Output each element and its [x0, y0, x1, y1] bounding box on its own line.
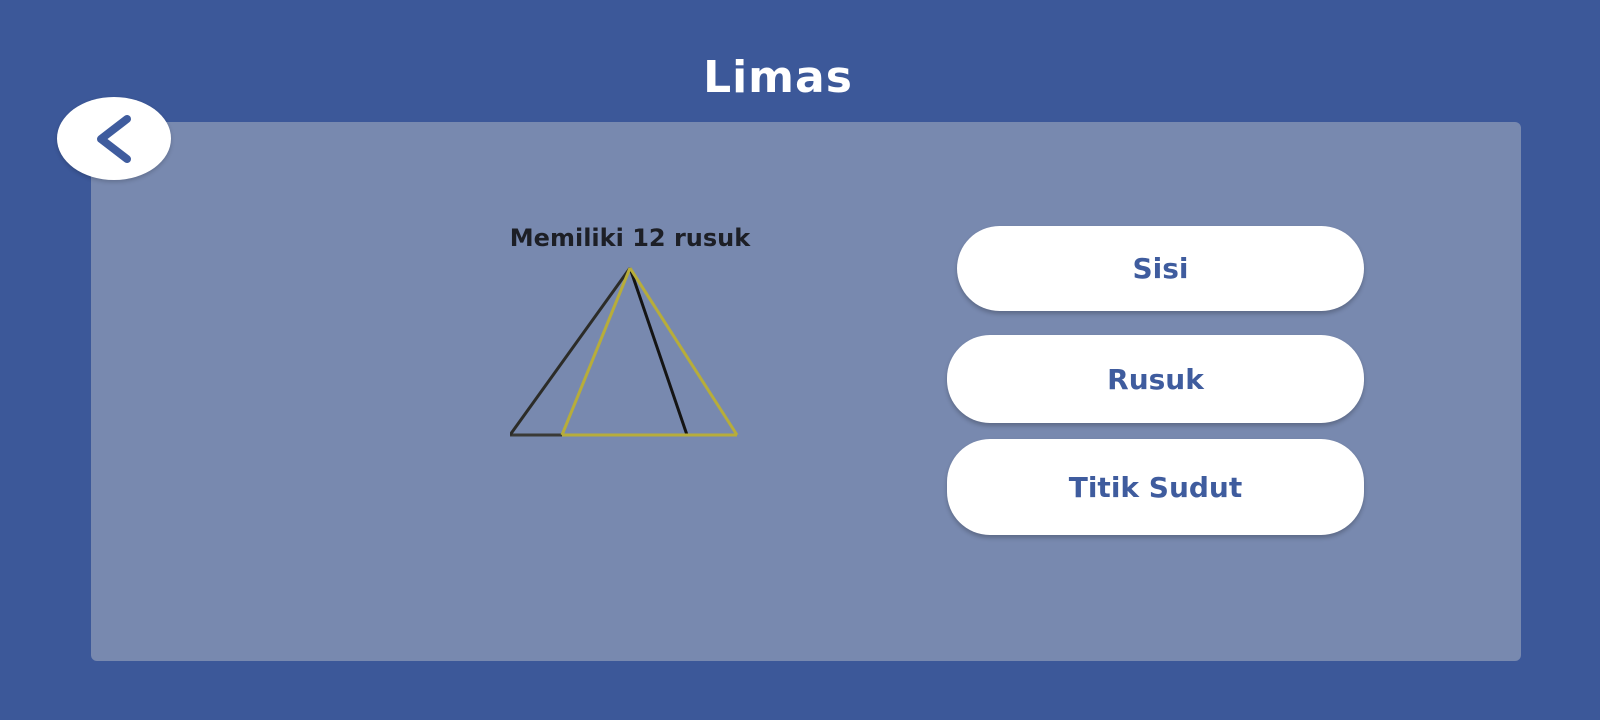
pyramid-edge-left — [510, 267, 632, 436]
choice-sisi-button[interactable]: Sisi — [957, 226, 1364, 311]
page-title: Limas — [703, 52, 853, 103]
pyramid-edge-front — [560, 267, 632, 436]
pyramid-illustration — [510, 267, 739, 437]
choice-titik-sudut-button[interactable]: Titik Sudut — [947, 439, 1364, 535]
back-button[interactable] — [57, 97, 171, 180]
pyramid-edge-back — [628, 267, 689, 436]
chevron-left-icon — [97, 114, 131, 163]
shape-caption: Memiliki 12 rusuk — [509, 224, 751, 252]
choice-rusuk-button[interactable]: Rusuk — [947, 335, 1364, 423]
pyramid-edge-right — [628, 267, 739, 436]
